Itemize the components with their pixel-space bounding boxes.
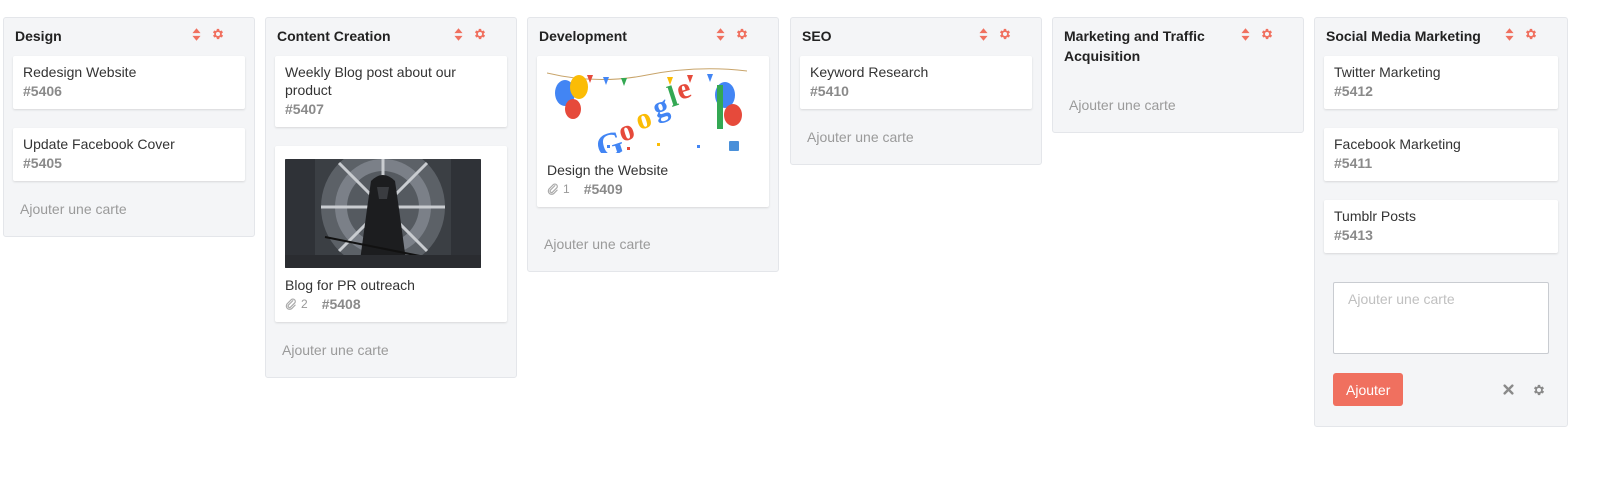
attachment-count: 2	[285, 297, 308, 311]
card-title: Design the Website	[547, 162, 669, 178]
card-id: #5407	[285, 101, 324, 117]
card-id: #5413	[1334, 227, 1373, 243]
list-title: Content Creation	[277, 28, 391, 44]
card-title: Redesign Website	[23, 64, 137, 80]
gear-icon[interactable]	[998, 27, 1012, 41]
card[interactable]: Tumblr Posts #5413	[1324, 200, 1558, 253]
card-id: #5409	[583, 181, 623, 197]
card-title: Facebook Marketing	[1334, 136, 1461, 152]
add-card-link[interactable]: Ajouter une carte	[4, 200, 254, 236]
add-card-link[interactable]: Ajouter une carte	[1053, 66, 1303, 132]
list-title: SEO	[802, 28, 832, 44]
gear-icon[interactable]	[473, 27, 487, 41]
card-cover-image	[285, 159, 481, 268]
attachment-count-value: 2	[301, 297, 308, 311]
paperclip-icon	[547, 183, 559, 195]
card[interactable]: G o o g l e Design the Website 1 #5409	[537, 56, 769, 207]
card[interactable]: Redesign Website #5406	[13, 56, 245, 109]
list-header: Marketing and Traffic Acquisition	[1053, 18, 1303, 66]
list-design: Design Redesign Website #5406 Update Fac…	[3, 17, 255, 237]
list-title: Social Media Marketing	[1326, 28, 1481, 44]
list-development: Development G o o g l e Design the Websi…	[527, 17, 779, 272]
card-title: Update Facebook Cover	[23, 136, 175, 152]
gear-icon[interactable]	[1524, 27, 1538, 41]
gear-icon[interactable]	[735, 27, 749, 41]
sort-updown-icon[interactable]	[716, 28, 725, 41]
sort-updown-icon[interactable]	[192, 28, 201, 41]
card-cover-image: G o o g l e	[547, 65, 747, 153]
attachment-count-value: 1	[563, 182, 570, 196]
list-title: Marketing and Traffic Acquisition	[1064, 28, 1205, 64]
add-card-link[interactable]: Ajouter une carte	[528, 226, 778, 271]
list-header: Design	[4, 18, 254, 56]
card-id: #5411	[1334, 155, 1373, 171]
paperclip-icon	[285, 298, 297, 310]
card[interactable]: Blog for PR outreach 2 #5408	[275, 146, 507, 322]
card[interactable]: Weekly Blog post about our product #5407	[275, 56, 507, 127]
card-title: Keyword Research	[810, 64, 929, 80]
attachment-count: 1	[547, 182, 570, 196]
list-title: Design	[15, 28, 62, 44]
card[interactable]: Keyword Research #5410	[800, 56, 1032, 109]
list-title: Development	[539, 28, 627, 44]
card-title: Weekly Blog post about our product	[285, 64, 456, 98]
card-id: #5408	[321, 296, 361, 312]
list-social-media: Social Media Marketing Twitter Marketing…	[1314, 17, 1568, 427]
list-header: Social Media Marketing	[1315, 18, 1567, 56]
card-id: #5412	[1334, 83, 1373, 99]
add-card-link[interactable]: Ajouter une carte	[266, 341, 516, 377]
list-header: SEO	[791, 18, 1041, 56]
list-marketing-traffic: Marketing and Traffic Acquisition Ajoute…	[1052, 17, 1304, 133]
card-id: #5405	[23, 155, 62, 171]
gear-icon[interactable]	[211, 27, 225, 41]
new-card-input[interactable]	[1333, 282, 1549, 354]
card-title: Twitter Marketing	[1334, 64, 1441, 80]
sort-updown-icon[interactable]	[454, 28, 463, 41]
card[interactable]: Update Facebook Cover #5405	[13, 128, 245, 181]
sort-updown-icon[interactable]	[1505, 28, 1514, 41]
list-header: Development	[528, 18, 778, 56]
card-id: #5406	[23, 83, 62, 99]
kanban-board: Design Redesign Website #5406 Update Fac…	[0, 0, 1614, 497]
gear-icon[interactable]	[1532, 383, 1546, 397]
card-title: Tumblr Posts	[1334, 208, 1416, 224]
card-id: #5410	[810, 83, 849, 99]
gear-icon[interactable]	[1260, 27, 1274, 41]
card[interactable]: Facebook Marketing #5411	[1324, 128, 1558, 181]
add-card-link[interactable]: Ajouter une carte	[791, 128, 1041, 164]
list-header: Content Creation	[266, 18, 516, 56]
card-title: Blog for PR outreach	[285, 277, 415, 293]
card[interactable]: Twitter Marketing #5412	[1324, 56, 1558, 109]
add-card-composer: Ajouter	[1315, 272, 1567, 426]
list-seo: SEO Keyword Research #5410 Ajouter une c…	[790, 17, 1042, 165]
close-icon[interactable]	[1503, 384, 1514, 395]
sort-updown-icon[interactable]	[979, 28, 988, 41]
add-card-button[interactable]: Ajouter	[1333, 373, 1404, 406]
list-content-creation: Content Creation Weekly Blog post about …	[265, 17, 517, 378]
sort-updown-icon[interactable]	[1241, 28, 1250, 41]
